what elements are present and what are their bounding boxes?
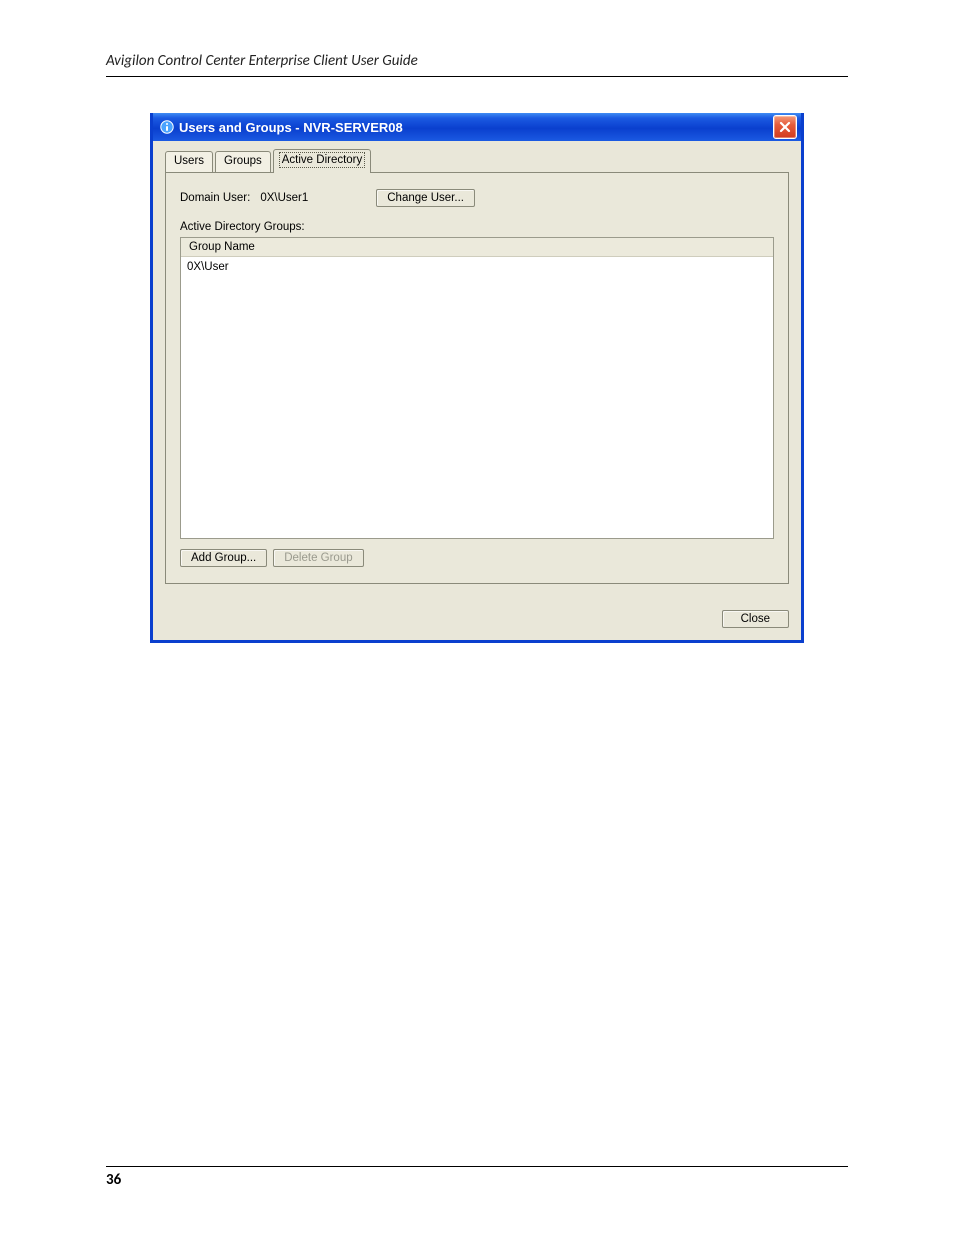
domain-user-row: Domain User: 0X\User1 Change User... [180,189,774,207]
ad-groups-listview[interactable]: Group Name 0X\User [180,237,774,539]
document-header: Avigilon Control Center Enterprise Clien… [106,52,848,77]
page-number: 36 [106,1166,848,1189]
tabstrip: Users Groups Active Directory [165,151,789,173]
dialog-footer: Close [153,596,801,640]
group-buttons-row: Add Group... Delete Group [180,549,774,567]
listview-body[interactable]: 0X\User [181,257,773,538]
tab-groups[interactable]: Groups [215,151,271,174]
titlebar[interactable]: Users and Groups - NVR-SERVER08 [153,113,801,141]
window-title: Users and Groups - NVR-SERVER08 [179,120,403,135]
app-icon [159,119,175,135]
delete-group-button: Delete Group [273,549,363,567]
tab-label: Active Directory [279,152,366,168]
list-item[interactable]: 0X\User [185,259,769,275]
domain-user-label: Domain User: [180,192,250,204]
close-icon [779,121,791,133]
users-and-groups-window: Users and Groups - NVR-SERVER08 Users Gr… [150,113,804,643]
close-button[interactable]: Close [722,610,789,628]
tab-label: Groups [224,155,262,167]
tab-label: Users [174,155,204,167]
change-user-button[interactable]: Change User... [376,189,475,207]
ad-groups-label: Active Directory Groups: [180,221,774,233]
window-close-button[interactable] [773,115,797,139]
tab-users[interactable]: Users [165,151,213,174]
add-group-button[interactable]: Add Group... [180,549,267,567]
domain-user-value: 0X\User1 [260,192,308,204]
listview-column-header[interactable]: Group Name [181,238,773,257]
client-area: Users Groups Active Directory Domain Use… [153,141,801,596]
tab-active-directory[interactable]: Active Directory [273,149,372,173]
tabpanel-active-directory: Domain User: 0X\User1 Change User... Act… [165,172,789,584]
